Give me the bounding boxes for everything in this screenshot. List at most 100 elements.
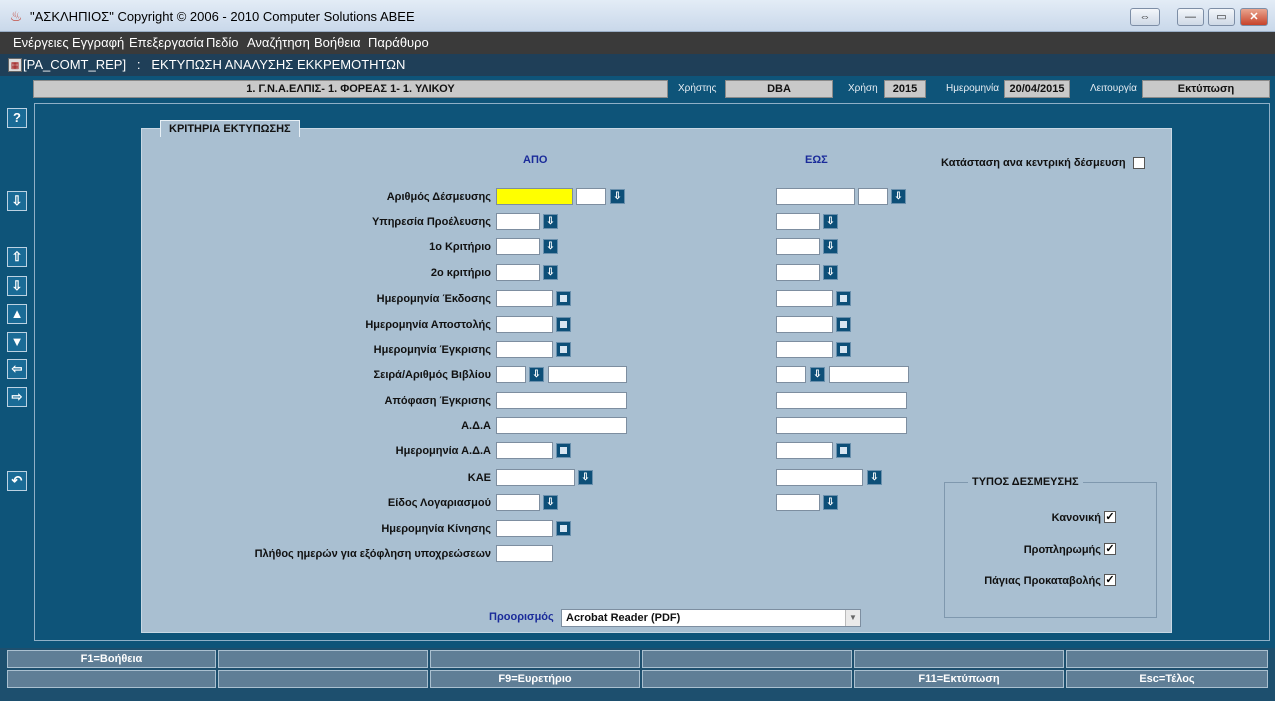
minimize-button[interactable]: —	[1177, 8, 1204, 26]
menu-search[interactable]: Αναζήτηση	[247, 35, 310, 50]
last-record-icon[interactable]: ⇩	[7, 276, 27, 296]
criterion-2-to-field[interactable]	[776, 264, 820, 281]
commitment-number-from-field[interactable]	[496, 188, 573, 205]
criteria-title: ΚΡΙΤΗΡΙΑ ΕΚΤΥΠΩΣΗΣ	[160, 120, 300, 137]
menu-edit[interactable]: Επεξεργασία	[129, 35, 204, 50]
movement-date-from-field[interactable]	[496, 520, 553, 537]
kae-to-lov-icon[interactable]: ⇩	[867, 470, 882, 485]
user-label: Χρήστης	[678, 83, 717, 94]
origin-service-from-lov-icon[interactable]: ⇩	[543, 214, 558, 229]
commitment-number-to-suffix-field[interactable]	[858, 188, 888, 205]
commitment-type-fixed-advance-checkbox[interactable]: ✓	[1104, 574, 1116, 586]
row-label-criterion-1: 1ο Κριτήριο	[429, 241, 491, 253]
approval-date-from-field[interactable]	[496, 341, 553, 358]
origin-service-from-field[interactable]	[496, 213, 540, 230]
previous-record-icon[interactable]: ▲	[7, 304, 27, 324]
next-field-icon[interactable]: ⇨	[7, 387, 27, 407]
criterion-2-from-lov-icon[interactable]: ⇩	[543, 265, 558, 280]
menu-field[interactable]: Πεδίο	[206, 35, 239, 50]
approval-date-to-calendar-icon[interactable]	[836, 342, 851, 357]
send-date-to-field[interactable]	[776, 316, 833, 333]
menu-record[interactable]: Εγγραφή	[72, 35, 124, 50]
send-date-from-field[interactable]	[496, 316, 553, 333]
account-type-to-field[interactable]	[776, 494, 820, 511]
row-label-days-to-pay: Πλήθος ημερών για εξόφληση υποχρεώσεων	[254, 548, 491, 560]
fkey-esc-exit[interactable]: Esc=Τέλος	[1066, 670, 1268, 688]
account-type-to-lov-icon[interactable]: ⇩	[823, 495, 838, 510]
book-series-from-field[interactable]	[496, 366, 526, 383]
maximize-button[interactable]: ▭	[1208, 8, 1235, 26]
issue-date-from-field[interactable]	[496, 290, 553, 307]
book-series-to-field[interactable]	[776, 366, 806, 383]
next-record-icon[interactable]: ▼	[7, 332, 27, 352]
menu-window[interactable]: Παράθυρο	[368, 35, 429, 50]
criterion-2-to-lov-icon[interactable]: ⇩	[823, 265, 838, 280]
commitment-number-from-lov-icon[interactable]: ⇩	[610, 189, 625, 204]
commitment-number-to-lov-icon[interactable]: ⇩	[891, 189, 906, 204]
approval-decision-to-field[interactable]	[776, 392, 907, 409]
ada-date-from-calendar-icon[interactable]	[556, 443, 571, 458]
previous-field-icon[interactable]: ⇦	[7, 359, 27, 379]
issue-date-to-field[interactable]	[776, 290, 833, 307]
restore-size-button[interactable]: ⇔	[1130, 8, 1160, 26]
approval-date-from-calendar-icon[interactable]	[556, 342, 571, 357]
book-number-from-field[interactable]	[548, 366, 627, 383]
ada-date-from-field[interactable]	[496, 442, 553, 459]
menu-help[interactable]: Βοήθεια	[314, 35, 361, 50]
send-date-to-calendar-icon[interactable]	[836, 317, 851, 332]
issue-date-to-calendar-icon[interactable]	[836, 291, 851, 306]
row-label-issue-date: Ημερομηνία Έκδοσης	[376, 293, 491, 305]
approval-decision-from-field[interactable]	[496, 392, 627, 409]
account-type-from-field[interactable]	[496, 494, 540, 511]
commitment-number-from-suffix-field[interactable]	[576, 188, 606, 205]
days-to-pay-field[interactable]	[496, 545, 553, 562]
undo-icon[interactable]: ↶	[7, 471, 27, 491]
movement-date-from-calendar-icon[interactable]	[556, 521, 571, 536]
issue-date-from-calendar-icon[interactable]	[556, 291, 571, 306]
form-separator: :	[136, 57, 141, 72]
menu-actions[interactable]: Ενέργειες	[13, 35, 69, 50]
fkey-empty	[854, 650, 1064, 668]
ada-date-to-field[interactable]	[776, 442, 833, 459]
row-label-approval-date: Ημερομηνία Έγκρισης	[373, 344, 491, 356]
commitment-type-normal-checkbox[interactable]: ✓	[1104, 511, 1116, 523]
first-record-icon[interactable]: ⇧	[7, 247, 27, 267]
fkey-f9-index[interactable]: F9=Ευρετήριο	[430, 670, 640, 688]
ada-from-field[interactable]	[496, 417, 627, 434]
approval-date-to-field[interactable]	[776, 341, 833, 358]
kae-to-field[interactable]	[776, 469, 863, 486]
commitment-number-to-field[interactable]	[776, 188, 855, 205]
close-button[interactable]: ✕	[1240, 8, 1268, 26]
criterion-1-from-lov-icon[interactable]: ⇩	[543, 239, 558, 254]
fkey-f1-help[interactable]: F1=Βοήθεια	[7, 650, 216, 668]
origin-service-to-field[interactable]	[776, 213, 820, 230]
form-title: [PA_COMT_REP] : ΕΚΤΥΠΩΣΗ ΑΝΑΛΥΣΗΣ ΕΚΚΡΕΜ…	[23, 57, 405, 72]
row-label-commitment-number: Αριθμός Δέσμευσης	[386, 191, 491, 203]
fkey-f11-print[interactable]: F11=Εκτύπωση	[854, 670, 1064, 688]
kae-from-field[interactable]	[496, 469, 575, 486]
criterion-2-from-field[interactable]	[496, 264, 540, 281]
year-field: 2015	[884, 80, 926, 98]
criterion-1-to-field[interactable]	[776, 238, 820, 255]
chevron-down-icon[interactable]: ▼	[845, 610, 860, 626]
central-commitment-checkbox[interactable]	[1133, 157, 1145, 169]
book-series-to-lov-icon[interactable]: ⇩	[810, 367, 825, 382]
fkey-empty	[7, 670, 216, 688]
origin-service-to-lov-icon[interactable]: ⇩	[823, 214, 838, 229]
ada-to-field[interactable]	[776, 417, 907, 434]
kae-from-lov-icon[interactable]: ⇩	[578, 470, 593, 485]
account-type-from-lov-icon[interactable]: ⇩	[543, 495, 558, 510]
book-series-from-lov-icon[interactable]: ⇩	[529, 367, 544, 382]
ada-date-to-calendar-icon[interactable]	[836, 443, 851, 458]
destination-select[interactable]: Acrobat Reader (PDF)	[561, 609, 861, 627]
book-number-to-field[interactable]	[829, 366, 909, 383]
help-icon[interactable]: ?	[7, 108, 27, 128]
criterion-1-to-lov-icon[interactable]: ⇩	[823, 239, 838, 254]
menu-bar: Ενέργειες Εγγραφή Επεξεργασία Πεδίο Αναζ…	[0, 32, 1275, 54]
criterion-1-from-field[interactable]	[496, 238, 540, 255]
send-date-from-calendar-icon[interactable]	[556, 317, 571, 332]
commitment-type-prepayment-checkbox[interactable]: ✓	[1104, 543, 1116, 555]
fkey-empty	[218, 670, 428, 688]
row-label-movement-date: Ημερομηνία Κίνησης	[381, 523, 491, 535]
lov-icon[interactable]: ⇩	[7, 191, 27, 211]
